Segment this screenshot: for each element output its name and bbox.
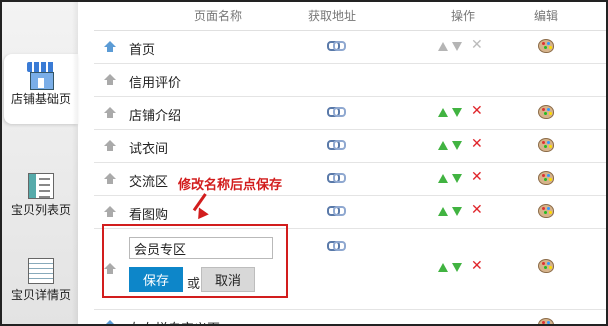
link-icon[interactable] [327, 107, 346, 117]
move-down-icon[interactable] [452, 141, 462, 150]
table-row: 信用评价 [94, 64, 606, 97]
home-icon [104, 41, 116, 52]
link-icon[interactable] [327, 140, 346, 150]
page-name: 交流区 [129, 175, 169, 190]
page-name: 试衣间 [129, 142, 169, 157]
sidebar-item-label: 店铺基础页 [10, 92, 71, 106]
palette-icon[interactable] [538, 39, 554, 53]
delete-icon[interactable]: ✕ [471, 137, 483, 151]
sidebar: 店铺基础页 宝贝列表页 宝贝详情页 [2, 2, 78, 324]
sidebar-item-shop-basic[interactable]: 店铺基础页 [4, 54, 78, 124]
move-up-icon[interactable] [438, 108, 448, 117]
home-icon [104, 206, 116, 217]
column-header-name: 页面名称 [194, 9, 243, 23]
page-manager-window: 店铺基础页 宝贝列表页 宝贝详情页 页面名称 获取地址 操作 编辑 首页 ✕ 信… [0, 0, 608, 326]
table-row: 左右栏自定义页 [94, 310, 606, 324]
link-icon[interactable] [327, 173, 346, 183]
annotation-text: 修改名称后点保存 [178, 178, 283, 193]
move-up-icon [438, 42, 448, 51]
sidebar-item-item-list[interactable]: 宝贝列表页 [4, 167, 78, 229]
home-icon [104, 320, 116, 324]
table-header: 页面名称 获取地址 操作 编辑 [94, 2, 606, 31]
move-down-icon[interactable] [452, 263, 462, 272]
move-up-icon[interactable] [438, 141, 448, 150]
list-page-icon [28, 173, 54, 199]
detail-page-icon [28, 258, 54, 284]
palette-icon[interactable] [538, 171, 554, 185]
table-row: 交流区 ✕ [94, 163, 606, 196]
shop-icon [27, 62, 55, 90]
move-down-icon[interactable] [452, 174, 462, 183]
page-name: 左右栏自定义页 [129, 318, 220, 324]
home-icon [104, 173, 116, 184]
palette-icon[interactable] [538, 259, 554, 273]
palette-icon[interactable] [538, 318, 554, 324]
table-row: 首页 ✕ [94, 31, 606, 64]
home-icon [104, 74, 116, 85]
link-icon[interactable] [327, 41, 346, 51]
move-up-icon[interactable] [438, 174, 448, 183]
delete-icon[interactable]: ✕ [471, 203, 483, 217]
link-icon[interactable] [327, 206, 346, 216]
home-icon [104, 140, 116, 151]
column-header-ops: 操作 [451, 9, 476, 23]
sidebar-item-label: 宝贝详情页 [10, 288, 71, 302]
table-row: 试衣间 ✕ [94, 130, 606, 163]
sidebar-item-item-detail[interactable]: 宝贝详情页 [4, 252, 78, 314]
annotation-highlight-box [102, 224, 288, 298]
palette-icon[interactable] [538, 105, 554, 119]
move-down-icon[interactable] [452, 108, 462, 117]
home-icon [104, 107, 116, 118]
table-row: 店铺介绍 ✕ [94, 97, 606, 130]
column-header-url: 获取地址 [308, 9, 357, 23]
sidebar-item-label: 宝贝列表页 [10, 203, 71, 217]
palette-icon[interactable] [538, 138, 554, 152]
page-name: 看图购 [129, 208, 169, 223]
page-name: 信用评价 [129, 76, 182, 91]
column-header-edit: 编辑 [534, 9, 559, 23]
page-name: 首页 [129, 43, 156, 58]
page-name: 店铺介绍 [129, 109, 182, 124]
delete-icon: ✕ [471, 37, 483, 53]
palette-icon[interactable] [538, 204, 554, 218]
move-up-icon[interactable] [438, 207, 448, 216]
delete-icon[interactable]: ✕ [471, 259, 483, 273]
move-up-icon[interactable] [438, 263, 448, 272]
delete-icon[interactable]: ✕ [471, 170, 483, 184]
delete-icon[interactable]: ✕ [471, 104, 483, 118]
move-down-icon[interactable] [452, 207, 462, 216]
link-icon[interactable] [327, 241, 346, 251]
move-down-icon [452, 42, 462, 51]
